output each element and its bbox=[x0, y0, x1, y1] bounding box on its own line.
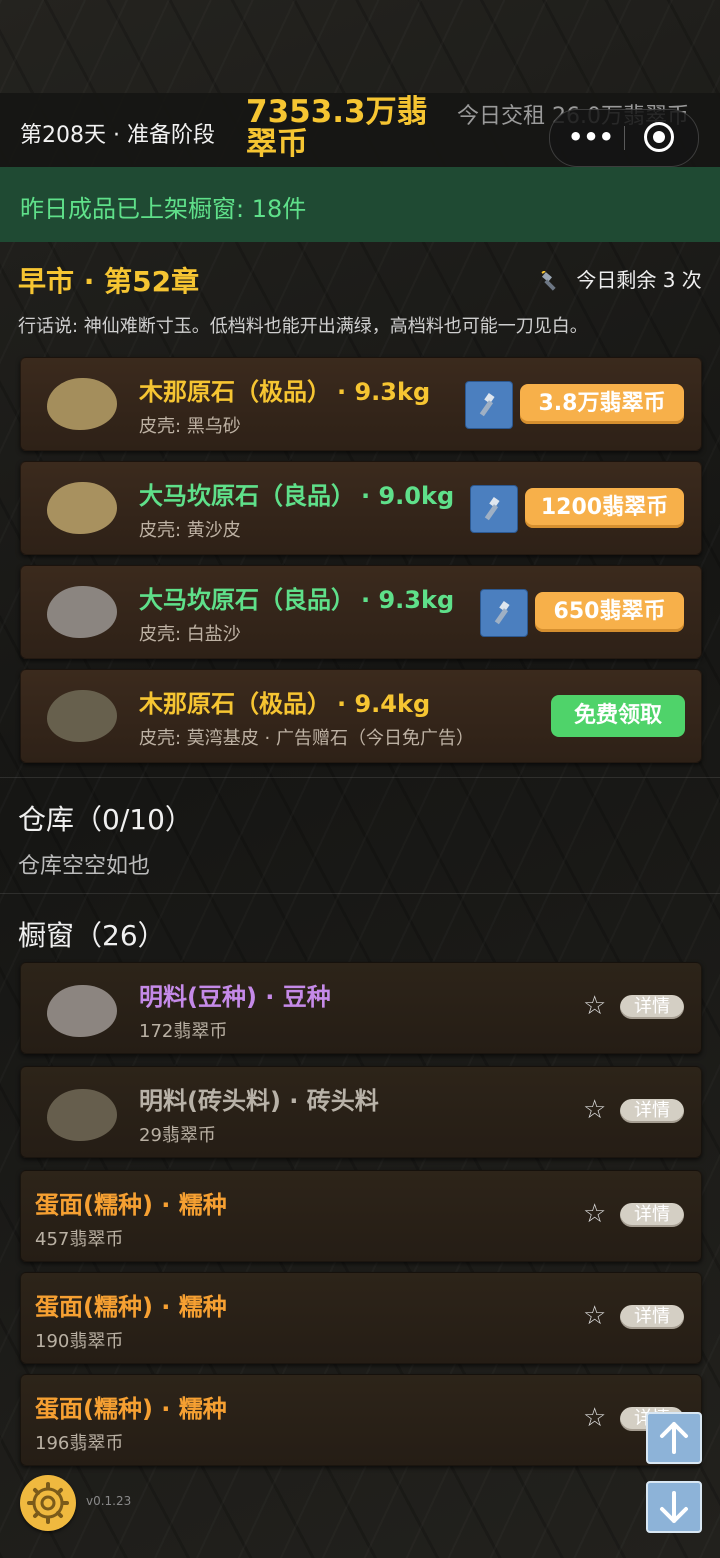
section-divider bbox=[0, 777, 720, 778]
arrow-up-icon bbox=[660, 1422, 688, 1454]
stone-image bbox=[47, 690, 117, 742]
item-price: 457翡翠币 bbox=[35, 1229, 124, 1250]
version-label: v0.1.23 bbox=[86, 1494, 132, 1508]
item-name: 明料(豆种) · 豆种 bbox=[139, 983, 331, 1011]
star-icon[interactable]: ☆ bbox=[583, 1303, 609, 1329]
buy-stone-button[interactable]: 3.8万翡翠币 bbox=[520, 384, 684, 424]
showcase-item[interactable]: 明料(砖头料) · 砖头料 29翡翠币 ☆ 详情 bbox=[20, 1066, 702, 1158]
stone-skin: 皮壳: 莫湾基皮 · 广告赠石（今日免广告） bbox=[139, 728, 474, 749]
stone-name: 木那原石（极品） · 9.3kg bbox=[139, 378, 431, 406]
remaining-count: 今日剩余 3 次 bbox=[540, 264, 702, 293]
item-name: 明料(砖头料) · 砖头料 bbox=[139, 1087, 379, 1115]
flashlight-button[interactable] bbox=[480, 589, 528, 637]
stone-card[interactable]: 大马坎原石（良品） · 9.3kg 皮壳: 白盐沙 650翡翠币 bbox=[20, 565, 702, 659]
stone-card[interactable]: 木那原石（极品） · 9.3kg 皮壳: 黑乌砂 3.8万翡翠币 bbox=[20, 357, 702, 451]
item-price: 190翡翠币 bbox=[35, 1331, 124, 1352]
detail-button[interactable]: 详情 bbox=[620, 1099, 684, 1123]
warehouse-empty-text: 仓库空空如也 bbox=[18, 854, 151, 879]
warehouse-title: 仓库（0/10） bbox=[18, 803, 193, 836]
buy-stone-button[interactable]: 1200翡翠币 bbox=[525, 488, 684, 528]
stone-image bbox=[47, 482, 117, 534]
flashlight-icon bbox=[479, 393, 495, 417]
showcase-item[interactable]: 蛋面(糯种) · 糯种 196翡翠币 ☆ 详情 bbox=[20, 1374, 702, 1466]
flashlight-button[interactable] bbox=[470, 485, 518, 533]
item-name: 蛋面(糯种) · 糯种 bbox=[35, 1293, 227, 1321]
star-icon[interactable]: ☆ bbox=[583, 1405, 609, 1431]
star-icon[interactable]: ☆ bbox=[583, 1201, 609, 1227]
money-balance: 7353.3万翡翠币 bbox=[246, 94, 428, 162]
section-divider bbox=[0, 893, 720, 894]
stone-name: 大马坎原石（良品） · 9.3kg bbox=[139, 586, 455, 614]
gem-image bbox=[47, 1089, 117, 1141]
stone-card[interactable]: 大马坎原石（良品） · 9.0kg 皮壳: 黄沙皮 1200翡翠币 bbox=[20, 461, 702, 555]
stone-skin: 皮壳: 黑乌砂 bbox=[139, 416, 241, 437]
item-price: 29翡翠币 bbox=[139, 1125, 216, 1146]
item-name: 蛋面(糯种) · 糯种 bbox=[35, 1191, 227, 1219]
flashlight-icon bbox=[541, 270, 556, 291]
detail-button[interactable]: 详情 bbox=[620, 1305, 684, 1329]
market-saying: 行话说: 神仙难断寸玉。低档料也能开出满绿，高档料也可能一刀见白。 bbox=[18, 316, 588, 337]
star-icon[interactable]: ☆ bbox=[583, 1097, 609, 1123]
showcase-item[interactable]: 明料(豆种) · 豆种 172翡翠币 ☆ 详情 bbox=[20, 962, 702, 1054]
buy-stone-button[interactable]: 650翡翠币 bbox=[535, 592, 684, 632]
remaining-text: 今日剩余 3 次 bbox=[576, 268, 702, 292]
scroll-up-button[interactable] bbox=[646, 1412, 702, 1464]
showcase-title: 橱窗（26） bbox=[18, 919, 166, 952]
miniapp-capsule: ••• bbox=[549, 109, 699, 167]
scroll-down-button[interactable] bbox=[646, 1481, 702, 1533]
stone-card[interactable]: 木那原石（极品） · 9.4kg 皮壳: 莫湾基皮 · 广告赠石（今日免广告） 免… bbox=[20, 669, 702, 763]
showcase-item[interactable]: 蛋面(糯种) · 糯种 457翡翠币 ☆ 详情 bbox=[20, 1170, 702, 1262]
more-menu-icon[interactable]: ••• bbox=[568, 123, 614, 153]
capsule-divider bbox=[624, 126, 625, 150]
stone-image bbox=[47, 378, 117, 430]
item-price: 196翡翠币 bbox=[35, 1433, 124, 1454]
item-name: 蛋面(糯种) · 糯种 bbox=[35, 1395, 227, 1423]
detail-button[interactable]: 详情 bbox=[620, 1203, 684, 1227]
close-miniapp-icon[interactable] bbox=[644, 122, 674, 152]
stone-name: 大马坎原石（良品） · 9.0kg bbox=[139, 482, 455, 510]
free-claim-button[interactable]: 免费领取 bbox=[551, 695, 685, 737]
showcase-item[interactable]: 蛋面(糯种) · 糯种 190翡翠币 ☆ 详情 bbox=[20, 1272, 702, 1364]
day-phase: 第208天 · 准备阶段 bbox=[20, 123, 215, 148]
settings-button[interactable] bbox=[20, 1475, 76, 1531]
item-price: 172翡翠币 bbox=[139, 1021, 228, 1042]
gem-image bbox=[47, 985, 117, 1037]
arrow-down-icon bbox=[660, 1491, 688, 1523]
stone-skin: 皮壳: 白盐沙 bbox=[139, 624, 241, 645]
star-icon[interactable]: ☆ bbox=[583, 993, 609, 1019]
flashlight-button[interactable] bbox=[465, 381, 513, 429]
flashlight-icon bbox=[484, 497, 500, 521]
stone-name: 木那原石（极品） · 9.4kg bbox=[139, 690, 431, 718]
gear-icon bbox=[27, 1482, 69, 1524]
flashlight-icon bbox=[494, 601, 510, 625]
stone-image bbox=[47, 586, 117, 638]
stone-skin: 皮壳: 黄沙皮 bbox=[139, 520, 241, 541]
notice-banner: 昨日成品已上架橱窗: 18件 bbox=[0, 167, 720, 242]
detail-button[interactable]: 详情 bbox=[620, 995, 684, 1019]
notice-text: 昨日成品已上架橱窗: 18件 bbox=[20, 195, 307, 223]
market-title: 早市 · 第52章 bbox=[18, 265, 200, 298]
